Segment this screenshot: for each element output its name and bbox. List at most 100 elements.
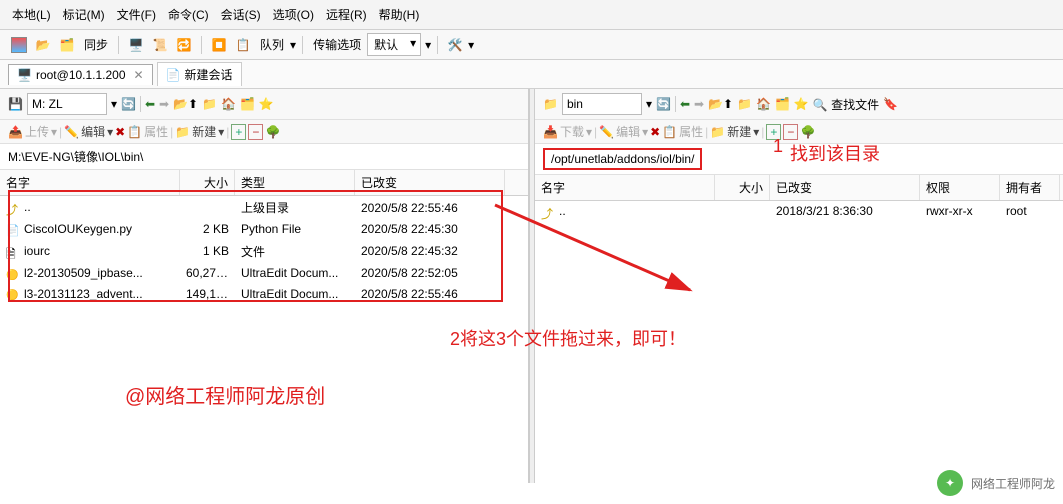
table-row[interactable]: ..上级目录2020/5/8 22:55:46 <box>0 196 528 219</box>
props-button: 📋 属性 <box>127 123 168 140</box>
menu-bar: 本地(L) 标记(M) 文件(F) 命令(C) 会话(S) 选项(O) 远程(R… <box>0 0 1063 30</box>
find-button[interactable]: 🔍 查找文件 <box>813 96 879 113</box>
main-toolbar: 📂 🗂️ 同步 🖥️ 📜 🔁 ⏹️ 📋 队列 ▾ 传输选项 默认 ▾ ▾ 🛠️ … <box>0 30 1063 60</box>
open-folders-icon[interactable]: 🗂️ <box>56 34 78 56</box>
edit-button: ✏️ 编辑 ▾ <box>599 123 648 140</box>
transfer-value: 默认 <box>374 38 398 52</box>
home-icon[interactable]: 🏠 <box>221 97 236 111</box>
table-row[interactable]: l2-20130509_ipbase...60,277 ...UltraEdit… <box>0 263 528 284</box>
right-path[interactable]: /opt/unetlab/addons/iol/bin/ <box>535 144 1063 175</box>
upload-button: 📤 上传 ▾ <box>8 123 57 140</box>
menu-remote[interactable]: 远程(R) <box>322 4 371 25</box>
delete-button[interactable]: ✖ <box>650 125 660 139</box>
refresh-icon[interactable]: 🔄 <box>656 97 671 111</box>
col-type: 类型 <box>235 170 355 195</box>
tree-toggle-icon[interactable]: 🌳 <box>265 125 280 139</box>
up-icon[interactable]: 📂⬆ <box>708 97 733 111</box>
drive-dropdown[interactable]: M: ZL <box>27 93 107 115</box>
table-row[interactable]: l3-20131123_advent...149,100...UltraEdit… <box>0 284 528 305</box>
tree-icon[interactable]: 🗂️ <box>775 97 790 111</box>
chevron-down-icon[interactable]: ▾ <box>468 38 474 52</box>
left-headers[interactable]: 名字 大小 类型 已改变 <box>0 170 528 196</box>
bookmark-icon[interactable]: ⭐ <box>794 97 809 111</box>
right-pane: 📁 bin ▾ 🔄 ⬅ ➡ 📂⬆ 📁 🏠 🗂️ ⭐ 🔍 查找文件 🔖 📥 下载 … <box>535 89 1063 483</box>
chevron-down-icon[interactable]: ▾ <box>290 38 296 52</box>
sync-button[interactable]: 同步 <box>80 34 112 55</box>
fwd-icon[interactable]: ➡ <box>159 97 169 111</box>
plus-button[interactable]: + <box>231 124 246 140</box>
stop-icon[interactable]: ⏹️ <box>208 34 230 56</box>
tree-icon[interactable]: 🗂️ <box>240 97 255 111</box>
menu-mark[interactable]: 标记(M) <box>59 4 109 25</box>
tab-label: root@10.1.1.200 <box>36 68 126 82</box>
script-icon[interactable]: 📜 <box>149 34 171 56</box>
py-icon <box>6 223 20 237</box>
close-icon[interactable]: ✕ <box>134 68 144 82</box>
menu-session[interactable]: 会话(S) <box>217 4 265 25</box>
drive-dropdown[interactable]: bin <box>562 93 642 115</box>
home-icon[interactable]: 🏠 <box>756 97 771 111</box>
chevron-down-icon[interactable]: ▾ <box>646 97 652 111</box>
new-button[interactable]: 📁 新建 ▾ <box>710 123 759 140</box>
menu-help[interactable]: 帮助(H) <box>375 4 424 25</box>
refresh-icon[interactable]: 🔄 <box>121 97 136 111</box>
settings-icon[interactable]: 🛠️ <box>444 34 466 56</box>
left-path[interactable]: M:\EVE-NG\镜像\IOL\bin\ <box>0 144 528 170</box>
root-icon[interactable]: 📁 <box>737 97 752 111</box>
queue-button[interactable]: 队列 <box>256 34 288 55</box>
chevron-down-icon[interactable]: ▾ <box>111 97 117 111</box>
compare-icon[interactable]: 🔁 <box>173 34 195 56</box>
left-action-row: 📤 上传 ▾ | ✏️ 编辑 ▾ ✖ 📋 属性 | 📁 新建 ▾ | + − 🌳 <box>0 120 528 144</box>
back-icon[interactable]: ⬅ <box>145 97 155 111</box>
right-drive-row: 📁 bin ▾ 🔄 ⬅ ➡ 📂⬆ 📁 🏠 🗂️ ⭐ 🔍 查找文件 🔖 <box>535 89 1063 120</box>
left-drive-row: 💾 M: ZL ▾ 🔄 ⬅ ➡ 📂⬆ 📁 🏠 🗂️ ⭐ <box>0 89 528 120</box>
session-tabs: 🖥️ root@10.1.1.200 ✕ 📄 新建会话 <box>0 60 1063 89</box>
watermark: ✦ 网络工程师阿龙 <box>937 470 1055 496</box>
transfer-dropdown[interactable]: 默认 ▾ <box>367 33 421 56</box>
col-size: 大小 <box>180 170 235 195</box>
left-file-list[interactable]: ..上级目录2020/5/8 22:55:46CiscoIOUKeygen.py… <box>0 196 528 483</box>
menu-file[interactable]: 文件(F) <box>113 4 160 25</box>
menu-local[interactable]: 本地(L) <box>8 4 55 25</box>
menu-cmd[interactable]: 命令(C) <box>164 4 213 25</box>
fwd-icon[interactable]: ➡ <box>694 97 704 111</box>
monitor-icon: 🖥️ <box>17 68 32 82</box>
menu-opts[interactable]: 选项(O) <box>269 4 318 25</box>
table-row[interactable]: CiscoIOUKeygen.py2 KBPython File2020/5/8… <box>0 219 528 240</box>
sync-panels-icon[interactable] <box>8 34 30 56</box>
right-action-row: 📥 下载 ▾ | ✏️ 编辑 ▾ ✖ 📋 属性 | 📁 新建 ▾ | + − 🌳 <box>535 120 1063 144</box>
bookmark-icon[interactable]: ⭐ <box>259 97 274 111</box>
col-name: 名字 <box>0 170 180 195</box>
edit-button[interactable]: ✏️ 编辑 ▾ <box>64 123 113 140</box>
queue-icon[interactable]: 📋 <box>232 34 254 56</box>
new-session-icon: 📄 <box>166 68 181 82</box>
chevron-down-icon[interactable]: ▾ <box>425 38 431 52</box>
col-owner: 拥有者 <box>1000 175 1060 200</box>
file-panes: 💾 M: ZL ▾ 🔄 ⬅ ➡ 📂⬆ 📁 🏠 🗂️ ⭐ 📤 上传 ▾ | ✏️ … <box>0 89 1063 483</box>
back-icon[interactable]: ⬅ <box>680 97 690 111</box>
right-headers[interactable]: 名字 大小 已改变 权限 拥有者 <box>535 175 1063 201</box>
open-folder-icon[interactable]: 📂 <box>32 34 54 56</box>
col-changed: 已改变 <box>770 175 920 200</box>
props-button: 📋 属性 <box>662 123 703 140</box>
chevron-down-icon: ▾ <box>410 36 416 50</box>
minus-button[interactable]: − <box>783 124 798 140</box>
table-row[interactable]: iourc1 KB文件2020/5/8 22:45:32 <box>0 240 528 263</box>
right-file-list[interactable]: ..2018/3/21 8:36:30rwxr-xr-xroot <box>535 201 1063 483</box>
filter-icon[interactable]: 🔖 <box>883 97 898 111</box>
tree-toggle-icon[interactable]: 🌳 <box>800 125 815 139</box>
table-row[interactable]: ..2018/3/21 8:36:30rwxr-xr-xroot <box>535 201 1063 222</box>
bin-icon <box>6 287 20 301</box>
left-pane: 💾 M: ZL ▾ 🔄 ⬅ ➡ 📂⬆ 📁 🏠 🗂️ ⭐ 📤 上传 ▾ | ✏️ … <box>0 89 529 483</box>
col-perm: 权限 <box>920 175 1000 200</box>
delete-button[interactable]: ✖ <box>115 125 125 139</box>
new-button[interactable]: 📁 新建 ▾ <box>175 123 224 140</box>
root-icon[interactable]: 📁 <box>202 97 217 111</box>
up-icon[interactable]: 📂⬆ <box>173 97 198 111</box>
plus-button[interactable]: + <box>766 124 781 140</box>
tab-session-1[interactable]: 🖥️ root@10.1.1.200 ✕ <box>8 64 153 85</box>
terminal-icon[interactable]: 🖥️ <box>125 34 147 56</box>
tab-new-session[interactable]: 📄 新建会话 <box>157 62 242 86</box>
col-name: 名字 <box>535 175 715 200</box>
minus-button[interactable]: − <box>248 124 263 140</box>
